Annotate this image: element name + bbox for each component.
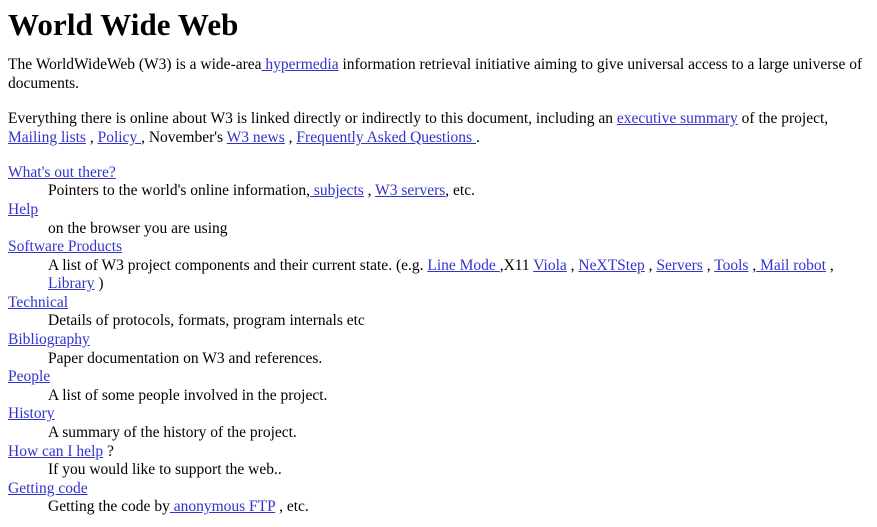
menu-description-people: A list of some people involved in the pr…	[48, 387, 869, 406]
description-text: ,	[363, 182, 376, 200]
menu-term-what-s-out-there: What's out there?	[8, 164, 869, 183]
menu-description-how-can-i-help: If you would like to support the web..	[48, 461, 869, 480]
menu-term-how-can-i-help: How can I help ?	[8, 443, 869, 462]
page-body: World Wide Web The WorldWideWeb (W3) is …	[0, 0, 877, 517]
link-w3-news[interactable]: W3 news	[227, 129, 285, 146]
link-w3-servers[interactable]: W3 servers	[375, 182, 445, 199]
link-executive-summary[interactable]: executive summary	[617, 110, 738, 127]
link-history[interactable]: History	[8, 405, 55, 422]
link-library[interactable]: Library	[48, 275, 94, 292]
link-nextstep[interactable]: NeXTStep	[578, 257, 644, 274]
menu-term-getting-code: Getting code	[8, 480, 869, 499]
description-text: ,	[702, 256, 715, 274]
intro-text-part1: The WorldWideWeb (W3) is a wide-area	[8, 56, 262, 74]
everything-sep2: , November's	[141, 128, 227, 146]
menu-description-getting-code: Getting the code by anonymous FTP , etc.	[48, 498, 869, 517]
link-help[interactable]: Help	[8, 201, 38, 218]
everything-sep3: ,	[284, 128, 297, 146]
description-text: on the browser you are using	[48, 219, 228, 237]
link-mailing-lists[interactable]: Mailing lists	[8, 129, 86, 146]
link-how-can-i-help[interactable]: How can I help	[8, 443, 103, 460]
link-bibliography[interactable]: Bibliography	[8, 331, 90, 348]
description-text: ,	[566, 256, 579, 274]
link-hypermedia[interactable]: hypermedia	[262, 56, 338, 73]
description-text: )	[94, 275, 104, 293]
menu-term-help: Help	[8, 201, 869, 220]
link-tools[interactable]: Tools	[714, 257, 748, 274]
link-people[interactable]: People	[8, 368, 50, 385]
description-text: , etc.	[445, 182, 475, 200]
link-servers[interactable]: Servers	[656, 257, 703, 274]
menu-description-history: A summary of the history of the project.	[48, 424, 869, 443]
everything-sep4: .	[475, 128, 480, 146]
description-text: A list of some people involved in the pr…	[48, 386, 328, 404]
description-text: If you would like to support the web..	[48, 461, 282, 479]
menu-term-software-products: Software Products	[8, 238, 869, 257]
description-text: Pointers to the world's online informati…	[48, 182, 310, 200]
everything-paragraph: Everything there is online about W3 is l…	[8, 110, 869, 148]
description-text: Details of protocols, formats, program i…	[48, 312, 365, 330]
page-title: World Wide Web	[8, 7, 239, 42]
description-text: Getting the code by	[48, 498, 170, 516]
link-policy[interactable]: Policy	[98, 129, 142, 146]
link-line-mode[interactable]: Line Mode	[427, 257, 499, 274]
description-text: ,X11	[499, 256, 534, 274]
link-mail-robot[interactable]: Mail robot	[756, 257, 826, 274]
everything-sep1: ,	[85, 128, 98, 146]
description-text: , etc.	[275, 498, 309, 516]
everything-text-part2: of the project,	[737, 109, 829, 127]
menu-description-bibliography: Paper documentation on W3 and references…	[48, 350, 869, 369]
description-text: Paper documentation on W3 and references…	[48, 349, 323, 367]
menu-term-suffix: ?	[103, 442, 114, 460]
menu-term-bibliography: Bibliography	[8, 331, 869, 350]
link-technical[interactable]: Technical	[8, 294, 68, 311]
everything-text-part1: Everything there is online about W3 is l…	[8, 109, 617, 127]
link-software-products[interactable]: Software Products	[8, 238, 122, 255]
menu-term-people: People	[8, 368, 869, 387]
description-text: A list of W3 project components and thei…	[48, 256, 428, 274]
link-what-s-out-there[interactable]: What's out there?	[8, 164, 116, 181]
link-getting-code[interactable]: Getting code	[8, 480, 88, 497]
link-subjects[interactable]: subjects	[310, 182, 364, 199]
link-viola[interactable]: Viola	[533, 257, 567, 274]
intro-paragraph: The WorldWideWeb (W3) is a wide-area hyp…	[8, 56, 869, 94]
menu-description-software-products: A list of W3 project components and thei…	[48, 257, 869, 294]
link-frequently-asked-questions[interactable]: Frequently Asked Questions	[296, 129, 476, 146]
description-text: A summary of the history of the project.	[48, 424, 297, 442]
menu-term-technical: Technical	[8, 294, 869, 313]
menu-description-what-s-out-there: Pointers to the world's online informati…	[48, 182, 869, 201]
menu-term-history: History	[8, 405, 869, 424]
link-anonymous-ftp[interactable]: anonymous FTP	[170, 498, 275, 515]
menu-description-technical: Details of protocols, formats, program i…	[48, 312, 869, 331]
description-text: ,	[644, 256, 657, 274]
description-text: ,	[825, 256, 834, 274]
menu-description-help: on the browser you are using	[48, 220, 869, 239]
menu-definition-list: What's out there? Pointers to the world's…	[8, 164, 869, 517]
